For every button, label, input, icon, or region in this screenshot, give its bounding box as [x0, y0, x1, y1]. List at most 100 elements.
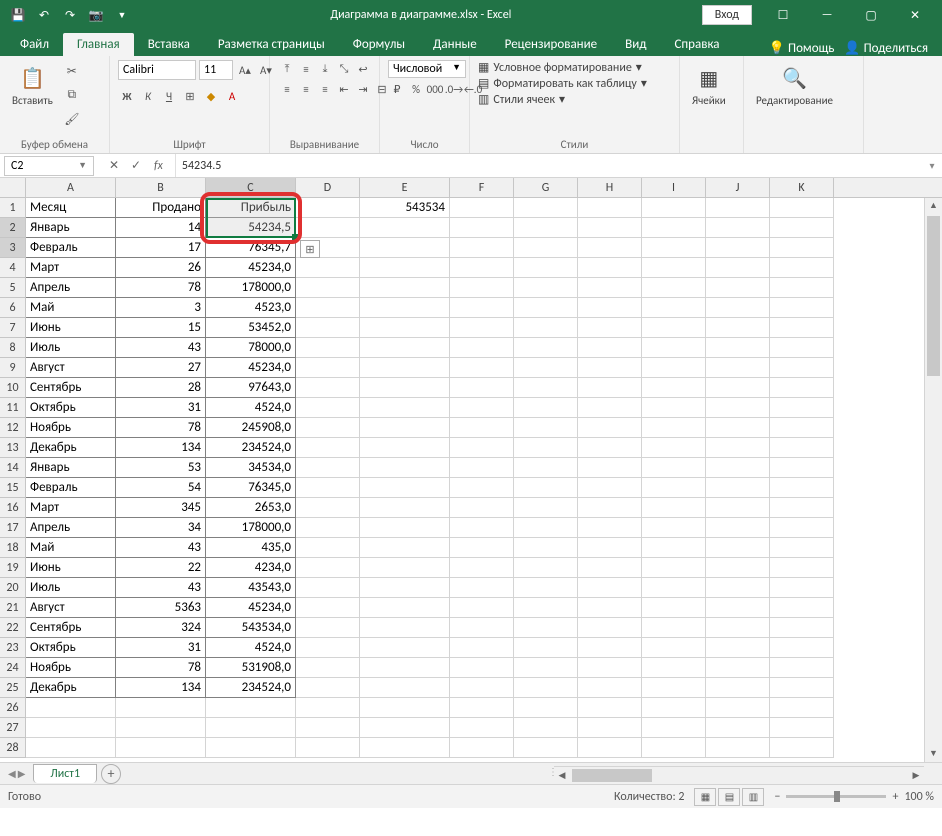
cell[interactable]: [578, 738, 642, 758]
cell[interactable]: [360, 698, 450, 718]
col-header-f[interactable]: F: [450, 178, 514, 197]
cell[interactable]: [642, 538, 706, 558]
editing-button[interactable]: 🔍Редактирование: [752, 60, 837, 109]
chevron-down-icon[interactable]: ▼: [78, 160, 87, 171]
cell[interactable]: [706, 718, 770, 738]
cell[interactable]: [706, 658, 770, 678]
row-header[interactable]: 7: [0, 318, 26, 338]
cell[interactable]: [706, 278, 770, 298]
cell[interactable]: [578, 378, 642, 398]
cell[interactable]: [450, 358, 514, 378]
zoom-out-icon[interactable]: −: [774, 790, 780, 804]
cell[interactable]: [770, 498, 834, 518]
tab-help[interactable]: Справка: [660, 33, 733, 56]
cell[interactable]: 43543,0: [206, 578, 296, 598]
normal-view-icon[interactable]: ▦: [694, 788, 716, 806]
cell[interactable]: [450, 718, 514, 738]
cell[interactable]: [706, 358, 770, 378]
paste-button[interactable]: 📋 Вставить: [8, 60, 57, 109]
cell[interactable]: [706, 398, 770, 418]
cell[interactable]: [296, 338, 360, 358]
cell[interactable]: Май: [26, 538, 116, 558]
cell[interactable]: 543534,0: [206, 618, 296, 638]
cell[interactable]: [706, 298, 770, 318]
cell[interactable]: [706, 218, 770, 238]
format-as-table-button[interactable]: ▤Форматировать как таблицу ▾: [478, 76, 647, 91]
cell[interactable]: [642, 618, 706, 638]
cell[interactable]: [706, 518, 770, 538]
row-header[interactable]: 27: [0, 718, 26, 738]
cell[interactable]: 245908,0: [206, 418, 296, 438]
cell[interactable]: [514, 498, 578, 518]
cell[interactable]: [578, 338, 642, 358]
cell[interactable]: [514, 218, 578, 238]
wrap-text-icon[interactable]: ↩: [354, 60, 372, 78]
col-header-e[interactable]: E: [360, 178, 450, 197]
cell[interactable]: [706, 538, 770, 558]
cell[interactable]: [642, 438, 706, 458]
tab-file[interactable]: Файл: [6, 33, 63, 56]
cell[interactable]: [26, 718, 116, 738]
cell[interactable]: Октябрь: [26, 638, 116, 658]
insert-function-icon[interactable]: fx: [148, 159, 169, 173]
cell[interactable]: [514, 338, 578, 358]
cell[interactable]: [770, 578, 834, 598]
cell[interactable]: [360, 558, 450, 578]
cell[interactable]: [578, 698, 642, 718]
cell[interactable]: [514, 418, 578, 438]
page-break-view-icon[interactable]: ▥: [742, 788, 764, 806]
cell[interactable]: [26, 698, 116, 718]
tab-insert[interactable]: Вставка: [134, 33, 204, 56]
redo-icon[interactable]: ↷: [58, 3, 82, 27]
cell[interactable]: [360, 438, 450, 458]
cell[interactable]: [450, 378, 514, 398]
cell[interactable]: [360, 318, 450, 338]
row-header[interactable]: 16: [0, 498, 26, 518]
cell[interactable]: [116, 718, 206, 738]
cell[interactable]: [770, 258, 834, 278]
cell[interactable]: [770, 698, 834, 718]
number-format-dropdown[interactable]: Числовой▼: [388, 60, 466, 78]
cell[interactable]: [450, 218, 514, 238]
cell[interactable]: [296, 578, 360, 598]
cell[interactable]: [706, 418, 770, 438]
row-header[interactable]: 28: [0, 738, 26, 758]
cell[interactable]: [770, 518, 834, 538]
cell[interactable]: [360, 658, 450, 678]
cell[interactable]: [706, 598, 770, 618]
cell[interactable]: [296, 278, 360, 298]
cell[interactable]: [296, 318, 360, 338]
cell[interactable]: [514, 278, 578, 298]
cell[interactable]: [642, 458, 706, 478]
cell[interactable]: [514, 318, 578, 338]
cell[interactable]: [514, 198, 578, 218]
cell[interactable]: [514, 398, 578, 418]
decrease-indent-icon[interactable]: ⇤: [335, 80, 353, 98]
cell[interactable]: [770, 198, 834, 218]
name-box[interactable]: C2▼: [4, 156, 94, 176]
cell[interactable]: [360, 218, 450, 238]
save-icon[interactable]: 💾: [6, 3, 30, 27]
ribbon-display-icon[interactable]: ☐: [762, 0, 804, 30]
cell[interactable]: 34: [116, 518, 206, 538]
cell[interactable]: [450, 238, 514, 258]
cell[interactable]: [642, 498, 706, 518]
spreadsheet-grid[interactable]: A B C D E F G H I J K 1МесяцПроданоПрибы…: [0, 178, 942, 762]
cell[interactable]: 4523,0: [206, 298, 296, 318]
cell[interactable]: [450, 698, 514, 718]
cell[interactable]: 53: [116, 458, 206, 478]
cell[interactable]: [296, 698, 360, 718]
cell[interactable]: [360, 378, 450, 398]
cell[interactable]: [296, 658, 360, 678]
cell[interactable]: [706, 338, 770, 358]
cell[interactable]: [642, 638, 706, 658]
cell[interactable]: 43: [116, 578, 206, 598]
cell[interactable]: [770, 718, 834, 738]
sheet-tab[interactable]: Лист1: [33, 764, 97, 783]
cell[interactable]: [514, 438, 578, 458]
cell[interactable]: [514, 598, 578, 618]
cell[interactable]: [450, 498, 514, 518]
border-icon[interactable]: ⊞: [181, 87, 199, 105]
col-header-i[interactable]: I: [642, 178, 706, 197]
formula-input[interactable]: [176, 159, 922, 173]
